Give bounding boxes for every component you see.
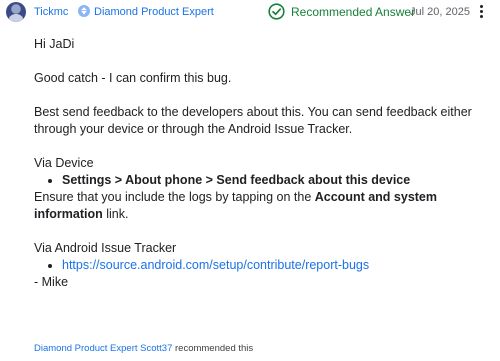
username-link[interactable]: Tickmc (34, 6, 68, 18)
advice-text: Best send feedback to the developers abo… (34, 105, 472, 136)
expert-badge-label[interactable]: Diamond Product Expert (94, 6, 214, 18)
diamond-badge-icon (78, 5, 90, 17)
tracker-list: https://source.android.com/setup/contrib… (34, 257, 494, 274)
greeting-text: Hi JaDi (34, 37, 75, 51)
recommended-answer-label: Recommended Answer (291, 5, 416, 19)
answer-body: Hi JaDi Good catch - I can confirm this … (34, 36, 494, 291)
via-device-heading: Via Device (34, 156, 94, 170)
device-steps-list: Settings > About phone > Send feedback a… (34, 172, 494, 189)
via-tracker-heading: Via Android Issue Tracker (34, 241, 177, 255)
recommender-link[interactable]: Diamond Product Expert Scott37 (34, 343, 172, 354)
issue-tracker-link[interactable]: https://source.android.com/setup/contrib… (62, 258, 369, 272)
recommended-text: recommended this (172, 343, 254, 354)
signature-text: - Mike (34, 275, 69, 289)
confirm-text: Good catch - I can confirm this bug. (34, 71, 232, 85)
more-vertical-icon[interactable] (475, 3, 487, 21)
ensure-text: Ensure that you include the logs by tapp… (34, 190, 438, 221)
check-circle-icon (268, 3, 285, 20)
answer-header: Tickmc Diamond Product Expert Recommende… (0, 0, 500, 26)
recommended-by-footer: Diamond Product Expert Scott37 recommend… (34, 343, 253, 354)
device-step-item: Settings > About phone > Send feedback a… (62, 172, 494, 189)
post-date: Jul 20, 2025 (410, 6, 470, 18)
user-avatar[interactable] (6, 2, 26, 22)
tracker-list-item: https://source.android.com/setup/contrib… (62, 257, 494, 274)
